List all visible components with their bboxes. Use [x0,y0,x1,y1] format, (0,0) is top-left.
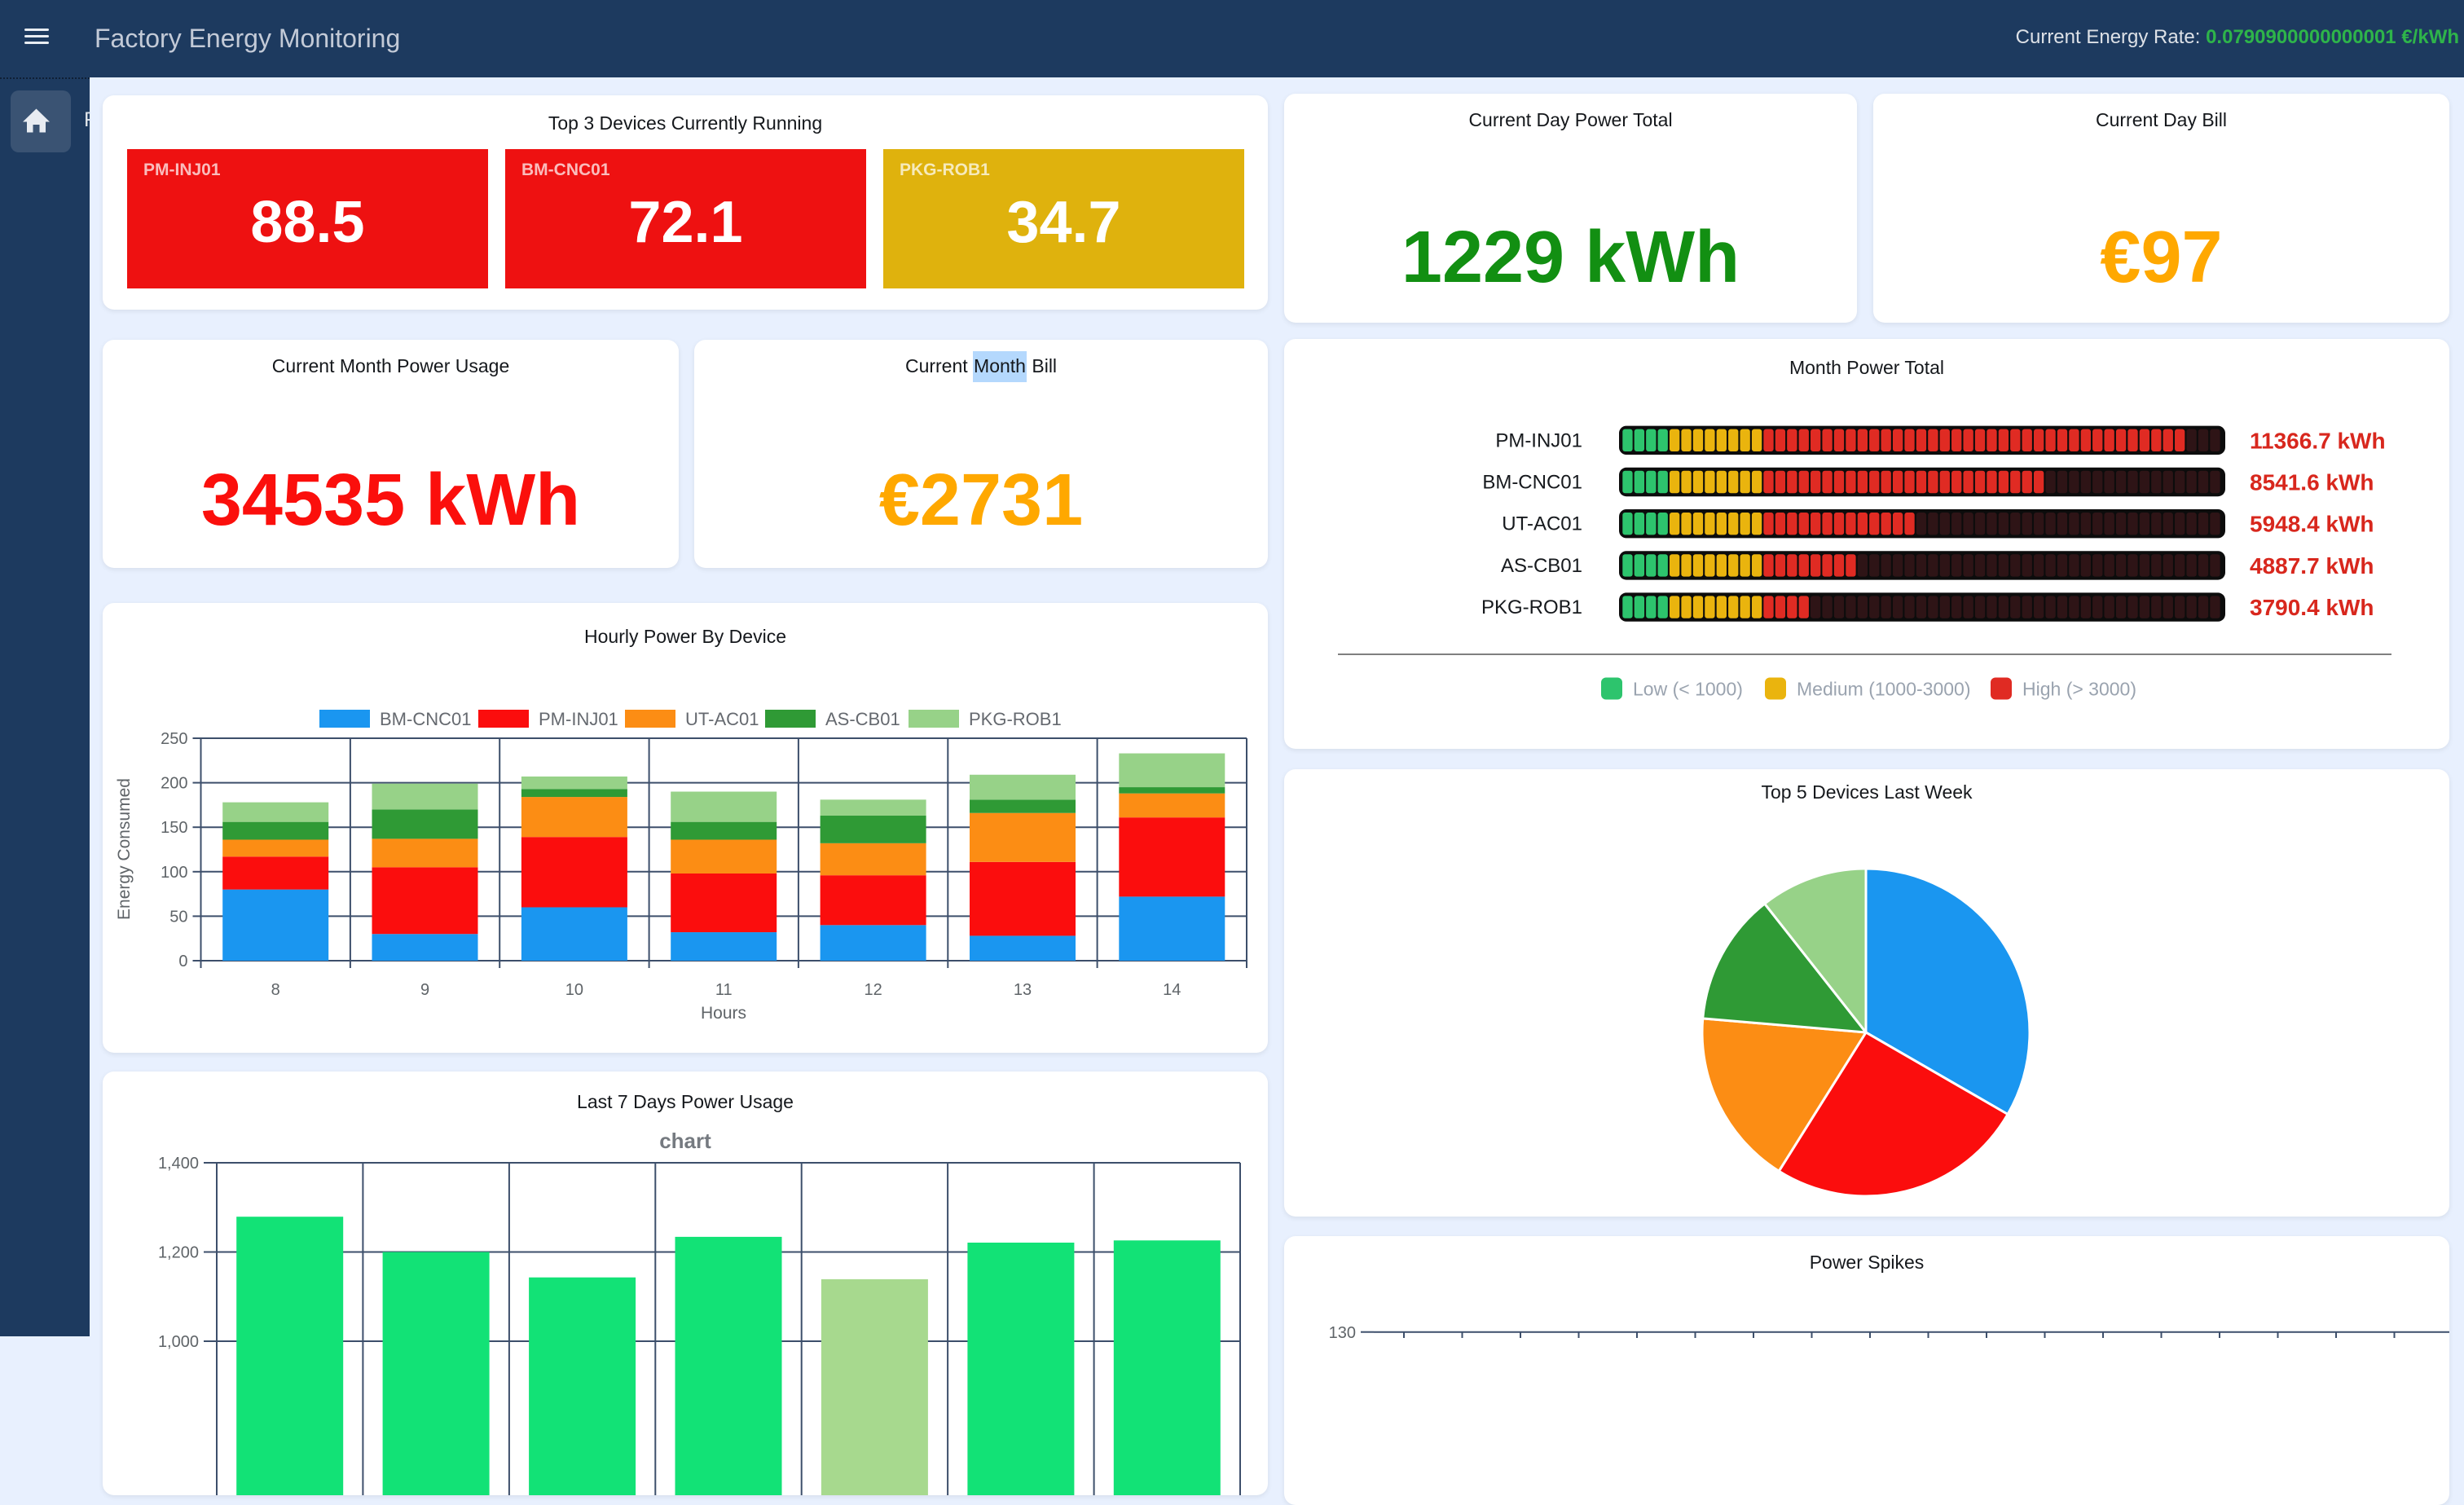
svg-text:PKG-ROB1: PKG-ROB1 [1481,596,1582,618]
svg-text:Hours: Hours [701,1004,746,1023]
svg-text:11366.7 kWh: 11366.7 kWh [2250,428,2386,453]
svg-text:200: 200 [161,775,187,793]
svg-text:150: 150 [161,819,187,837]
svg-text:9: 9 [420,981,429,999]
svg-text:14: 14 [1163,981,1181,999]
svg-text:AS-CB01: AS-CB01 [1501,555,1582,577]
svg-text:8: 8 [271,981,280,999]
svg-text:PM-INJ01: PM-INJ01 [1495,429,1582,451]
svg-text:PM-INJ01: PM-INJ01 [539,709,618,729]
svg-text:130: 130 [1329,1324,1356,1342]
svg-text:BM-CNC01: BM-CNC01 [1482,472,1582,494]
svg-text:AS-CB01: AS-CB01 [825,709,900,729]
svg-text:10: 10 [565,981,583,999]
svg-text:5948.4 kWh: 5948.4 kWh [2250,512,2374,537]
svg-text:UT-AC01: UT-AC01 [685,709,759,729]
svg-text:3790.4 kWh: 3790.4 kWh [2250,595,2374,620]
svg-text:12: 12 [864,981,882,999]
svg-text:100: 100 [161,864,187,882]
svg-text:50: 50 [169,908,187,926]
svg-text:PKG-ROB1: PKG-ROB1 [969,709,1062,729]
svg-text:250: 250 [161,730,187,748]
svg-text:Medium (1000-3000): Medium (1000-3000) [1797,679,1971,700]
svg-text:13: 13 [1014,981,1032,999]
svg-text:Energy Consumed: Energy Consumed [115,778,134,920]
svg-text:1,200: 1,200 [158,1244,199,1262]
svg-text:1,400: 1,400 [158,1155,199,1173]
svg-text:4887.7 kWh: 4887.7 kWh [2250,553,2374,579]
svg-text:BM-CNC01: BM-CNC01 [380,709,471,729]
svg-text:8541.6 kWh: 8541.6 kWh [2250,470,2374,495]
svg-text:0: 0 [178,953,187,970]
svg-text:11: 11 [715,981,733,999]
svg-text:Low (< 1000): Low (< 1000) [1633,679,1743,700]
svg-text:1,000: 1,000 [158,1333,199,1351]
svg-text:UT-AC01: UT-AC01 [1502,513,1582,535]
svg-text:High (> 3000): High (> 3000) [2022,679,2136,700]
